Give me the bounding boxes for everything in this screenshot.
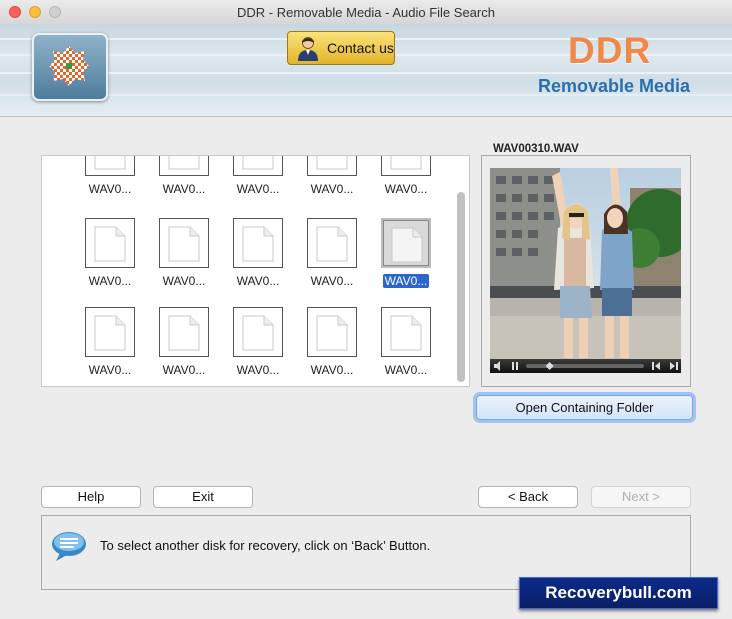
title-bar: DDR - Removable Media - Audio File Searc… bbox=[0, 0, 732, 25]
blank-document-icon bbox=[390, 315, 422, 351]
media-controls bbox=[490, 359, 681, 373]
fast-forward-icon[interactable] bbox=[670, 362, 678, 370]
file-item[interactable]: WAV0... bbox=[371, 156, 441, 206]
file-thumbnail[interactable] bbox=[233, 307, 283, 357]
file-name: WAV0... bbox=[310, 363, 354, 377]
brand-title: DDR bbox=[568, 30, 652, 71]
speech-bubble-icon bbox=[52, 532, 86, 561]
blank-document-icon bbox=[168, 315, 200, 351]
file-name: WAV0... bbox=[236, 182, 280, 196]
blank-document-icon bbox=[242, 226, 274, 262]
blank-document-icon bbox=[94, 226, 126, 262]
blank-document-icon bbox=[94, 156, 126, 170]
preview-image bbox=[490, 168, 681, 373]
next-button: Next > bbox=[591, 486, 691, 508]
file-item[interactable]: WAV0... bbox=[223, 156, 293, 206]
blank-document-icon bbox=[390, 156, 422, 170]
file-thumbnail[interactable] bbox=[85, 307, 135, 357]
preview-file-name: WAV00310.WAV bbox=[487, 143, 585, 155]
file-item[interactable]: WAV0... bbox=[297, 218, 367, 298]
app-window: DDR - Removable Media - Audio File Searc… bbox=[0, 0, 732, 619]
file-gallery[interactable]: WAV0... WAV0... WAV0... WAV0... WAV0... WAV0.… bbox=[41, 155, 470, 387]
file-item[interactable]: WAV0... bbox=[149, 307, 219, 386]
file-item[interactable]: WAV0... bbox=[297, 307, 367, 386]
contact-us-button[interactable]: Contact us bbox=[287, 31, 395, 65]
blank-document-icon bbox=[94, 315, 126, 351]
exit-button[interactable]: Exit bbox=[153, 486, 253, 508]
brand-subtitle: Removable Media bbox=[538, 76, 691, 96]
file-name: WAV0... bbox=[162, 182, 206, 196]
help-button[interactable]: Help bbox=[41, 486, 141, 508]
blank-document-icon bbox=[242, 315, 274, 351]
header-banner: Contact us DDR Removable Media bbox=[0, 24, 732, 117]
file-name: WAV0... bbox=[88, 363, 132, 377]
file-item[interactable]: WAV0... bbox=[223, 307, 293, 386]
blank-document-icon bbox=[242, 156, 274, 170]
file-thumbnail[interactable] bbox=[307, 156, 357, 176]
file-thumbnail[interactable] bbox=[85, 218, 135, 268]
playback-track[interactable] bbox=[526, 364, 644, 368]
open-containing-folder-button[interactable]: Open Containing Folder bbox=[476, 395, 693, 420]
pause-icon[interactable] bbox=[512, 362, 518, 370]
file-name: WAV0... bbox=[236, 363, 280, 377]
contact-us-label: Contact us bbox=[327, 40, 394, 56]
file-item[interactable]: WAV0... bbox=[75, 156, 145, 206]
back-button[interactable]: < Back bbox=[478, 486, 578, 508]
file-item[interactable]: WAV0... bbox=[149, 156, 219, 206]
file-name: WAV0... bbox=[236, 274, 280, 288]
blank-document-icon bbox=[316, 315, 348, 351]
file-thumbnail[interactable] bbox=[85, 156, 135, 176]
file-thumbnail[interactable] bbox=[159, 218, 209, 268]
person-icon bbox=[298, 37, 318, 61]
file-item[interactable]: WAV0... bbox=[75, 307, 145, 386]
file-item[interactable]: WAV0... bbox=[75, 218, 145, 298]
photo-of-two-women bbox=[490, 168, 681, 373]
file-name: WAV0... bbox=[162, 363, 206, 377]
file-item[interactable]: WAV0... bbox=[223, 218, 293, 298]
file-name: WAV0... bbox=[384, 363, 428, 377]
file-name: WAV0... bbox=[310, 274, 354, 288]
file-item[interactable]: WAV0... bbox=[371, 307, 441, 386]
file-name: WAV0... bbox=[88, 182, 132, 196]
file-name: WAV0... bbox=[384, 182, 428, 196]
rewind-icon[interactable] bbox=[652, 362, 660, 370]
blank-document-icon bbox=[316, 226, 348, 262]
file-item[interactable]: WAV0... bbox=[371, 218, 441, 298]
blank-document-icon bbox=[168, 226, 200, 262]
file-thumbnail[interactable] bbox=[159, 156, 209, 176]
blank-document-icon bbox=[168, 156, 200, 170]
file-name: WAV0... bbox=[310, 182, 354, 196]
window-title: DDR - Removable Media - Audio File Searc… bbox=[237, 5, 495, 20]
file-thumbnail[interactable] bbox=[307, 307, 357, 357]
file-thumbnail[interactable] bbox=[381, 307, 431, 357]
file-thumbnail[interactable] bbox=[381, 218, 431, 268]
file-thumbnail[interactable] bbox=[233, 156, 283, 176]
blank-document-icon bbox=[391, 227, 423, 263]
status-message: To select another disk for recovery, cli… bbox=[100, 538, 431, 553]
file-item[interactable]: WAV0... bbox=[297, 156, 367, 206]
blank-document-icon bbox=[316, 156, 348, 170]
file-name: WAV0... bbox=[162, 274, 206, 288]
app-logo bbox=[32, 33, 108, 101]
file-thumbnail[interactable] bbox=[159, 307, 209, 357]
checker-disc-icon bbox=[49, 46, 89, 86]
volume-icon[interactable] bbox=[494, 361, 500, 371]
file-thumbnail[interactable] bbox=[381, 156, 431, 176]
file-thumbnail[interactable] bbox=[233, 218, 283, 268]
watermark-logo: Recoverybull.com bbox=[519, 577, 718, 609]
playback-scrubber[interactable] bbox=[545, 362, 554, 370]
file-item[interactable]: WAV0... bbox=[149, 218, 219, 298]
file-name: WAV0... bbox=[383, 274, 429, 288]
file-thumbnail[interactable] bbox=[307, 218, 357, 268]
file-name: WAV0... bbox=[88, 274, 132, 288]
gallery-scrollbar[interactable] bbox=[457, 192, 465, 382]
